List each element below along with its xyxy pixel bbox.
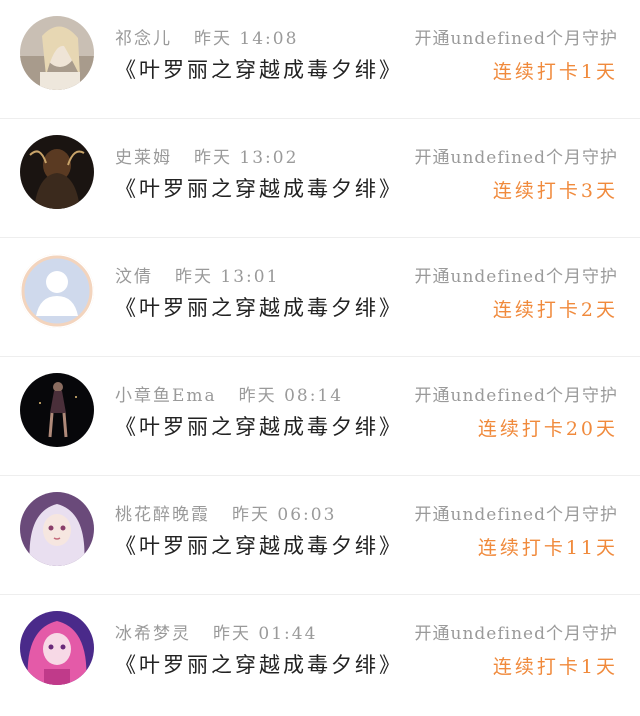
- meta-line: 汶倩 昨天 13:01: [115, 262, 279, 287]
- book-title[interactable]: 《叶罗丽之穿越成毒夕绯》: [115, 649, 403, 679]
- timestamp: 昨天 06:03: [232, 505, 337, 525]
- supporter-list: 祁念儿 昨天 14:08 《叶罗丽之穿越成毒夕绯》 开通undefined个月守护…: [0, 0, 640, 716]
- checkin-streak: 连续打卡1天: [492, 61, 618, 83]
- book-title[interactable]: 《叶罗丽之穿越成毒夕绯》: [115, 530, 403, 560]
- avatar[interactable]: [20, 16, 94, 90]
- meta-line: 冰希梦灵 昨天 01:44: [115, 619, 317, 644]
- user-name[interactable]: 祁念儿: [115, 29, 172, 49]
- book-title[interactable]: 《叶罗丽之穿越成毒夕绯》: [115, 411, 403, 441]
- avatar-dancer-icon: [20, 373, 94, 447]
- book-title[interactable]: 《叶罗丽之穿越成毒夕绯》: [115, 173, 403, 203]
- user-name[interactable]: 小章鱼Ema: [115, 386, 217, 406]
- list-item[interactable]: 桃花醉晚霞 昨天 06:03 《叶罗丽之穿越成毒夕绯》 开通undefined个月…: [0, 476, 640, 595]
- avatar[interactable]: [20, 373, 94, 447]
- guard-info: 开通undefined个月守护: [414, 624, 618, 644]
- avatar-dark-figure-icon: [20, 135, 94, 209]
- timestamp: 昨天 13:01: [175, 267, 280, 287]
- meta-line: 史莱姆 昨天 13:02: [115, 143, 298, 168]
- list-item[interactable]: 汶倩 昨天 13:01 《叶罗丽之穿越成毒夕绯》 开通undefined个月守护 …: [0, 238, 640, 357]
- timestamp: 昨天 14:08: [194, 29, 299, 49]
- avatar-girl-photo-icon: [20, 16, 94, 90]
- avatar[interactable]: [20, 135, 94, 209]
- checkin-streak: 连续打卡2天: [492, 299, 618, 321]
- checkin-streak: 连续打卡3天: [492, 180, 618, 202]
- avatar[interactable]: [20, 254, 94, 328]
- checkin-streak: 连续打卡20天: [477, 418, 618, 440]
- user-name[interactable]: 汶倩: [115, 267, 153, 287]
- checkin-streak: 连续打卡11天: [477, 537, 618, 559]
- list-item[interactable]: 史莱姆 昨天 13:02 《叶罗丽之穿越成毒夕绯》 开通undefined个月守护…: [0, 119, 640, 238]
- user-name[interactable]: 冰希梦灵: [115, 624, 191, 644]
- avatar-default-placeholder-icon: [20, 254, 94, 328]
- book-title[interactable]: 《叶罗丽之穿越成毒夕绯》: [115, 54, 403, 84]
- checkin-streak: 连续打卡1天: [492, 656, 618, 678]
- meta-line: 桃花醉晚霞 昨天 06:03: [115, 500, 336, 525]
- guard-info: 开通undefined个月守护: [414, 148, 618, 168]
- meta-line: 祁念儿 昨天 14:08: [115, 24, 298, 49]
- book-title[interactable]: 《叶罗丽之穿越成毒夕绯》: [115, 292, 403, 322]
- meta-line: 小章鱼Ema 昨天 08:14: [115, 381, 343, 406]
- guard-info: 开通undefined个月守护: [414, 505, 618, 525]
- avatar-pink-hair-girl-icon: [20, 611, 94, 685]
- guard-info: 开通undefined个月守护: [414, 267, 618, 287]
- list-item[interactable]: 小章鱼Ema 昨天 08:14 《叶罗丽之穿越成毒夕绯》 开通undefined个…: [0, 357, 640, 476]
- list-item[interactable]: 祁念儿 昨天 14:08 《叶罗丽之穿越成毒夕绯》 开通undefined个月守护…: [0, 0, 640, 119]
- timestamp: 昨天 13:02: [194, 148, 299, 168]
- timestamp: 昨天 01:44: [213, 624, 318, 644]
- user-name[interactable]: 史莱姆: [115, 148, 172, 168]
- timestamp: 昨天 08:14: [238, 386, 344, 406]
- guard-info: 开通undefined个月守护: [414, 386, 618, 406]
- list-item[interactable]: 冰希梦灵 昨天 01:44 《叶罗丽之穿越成毒夕绯》 开通undefined个月守…: [0, 595, 640, 716]
- avatar-anime-girl-icon: [20, 492, 94, 566]
- avatar[interactable]: [20, 611, 94, 685]
- guard-info: 开通undefined个月守护: [414, 29, 618, 49]
- user-name[interactable]: 桃花醉晚霞: [115, 505, 210, 525]
- avatar[interactable]: [20, 492, 94, 566]
